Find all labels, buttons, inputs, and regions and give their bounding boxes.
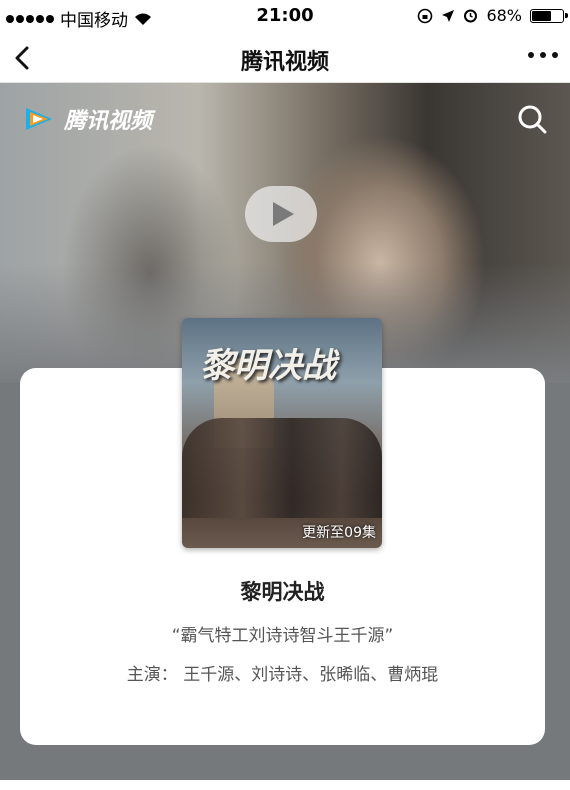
tencent-video-play-logo-icon xyxy=(26,108,52,130)
episode-update-badge: 更新至09集 xyxy=(302,525,376,541)
show-title: 黎明决战 xyxy=(240,580,325,604)
show-poster[interactable]: 黎明决战 更新至09集 xyxy=(182,318,382,548)
poster-title-art: 黎明决战 xyxy=(200,346,336,386)
lock-rotation-icon xyxy=(418,8,433,23)
battery-percent: 68% xyxy=(486,6,522,25)
bottom-strip xyxy=(0,780,570,790)
location-arrow-icon xyxy=(442,9,455,22)
show-tagline: “霸气特工刘诗诗智斗王千源” xyxy=(171,626,394,646)
battery-icon xyxy=(530,8,568,23)
play-button[interactable] xyxy=(245,186,317,242)
status-right: 68% xyxy=(417,6,568,25)
tencent-video-logo: 腾讯视频 xyxy=(22,103,152,135)
poster-cast-figures xyxy=(182,418,382,518)
status-bar: 中国移动 21:00 68% xyxy=(0,0,570,34)
nav-title: 腾讯视频 xyxy=(240,50,329,75)
battery-level-fill xyxy=(532,10,551,21)
nav-bar: 腾讯视频 xyxy=(0,34,570,83)
show-cast: 主演： 王千源、刘诗诗、张晞临、曹炳琨 xyxy=(126,665,439,685)
play-icon xyxy=(273,202,294,226)
search-icon[interactable] xyxy=(516,103,548,135)
logo-text: 腾讯视频 xyxy=(64,109,153,134)
alarm-icon xyxy=(464,9,478,23)
more-options-icon[interactable] xyxy=(528,52,558,58)
